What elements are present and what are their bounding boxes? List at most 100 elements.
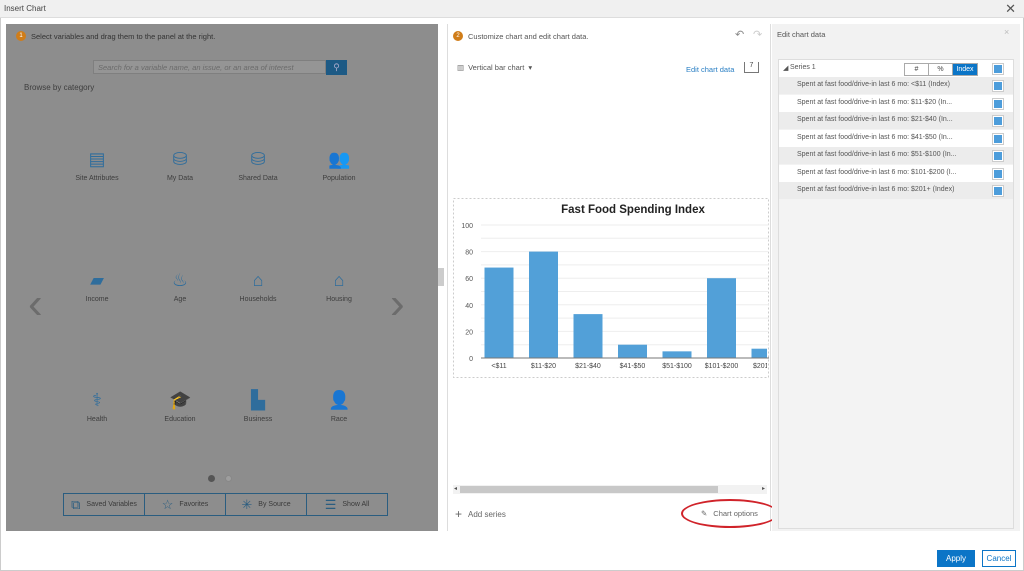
category-health[interactable]: ⚕ Health bbox=[57, 390, 137, 423]
scroll-right-icon[interactable]: ▸ bbox=[762, 485, 765, 492]
category-label: My Data bbox=[166, 175, 194, 182]
people-icon: 👥 bbox=[328, 149, 351, 169]
apply-button[interactable]: Apply bbox=[937, 550, 975, 567]
search-icon: ⚲ bbox=[333, 62, 340, 72]
category-label: Site Attributes bbox=[75, 175, 119, 182]
cancel-button[interactable]: Cancel bbox=[982, 550, 1016, 567]
category-label: Population bbox=[322, 175, 356, 182]
series-item[interactable]: Spent at fast food/drive-in last 6 mo: $… bbox=[779, 147, 1013, 164]
instruction-text: Customize chart and edit chart data. bbox=[468, 31, 589, 41]
bar-chart-icon: ▥ bbox=[457, 63, 465, 72]
wallet-icon: ▰ bbox=[90, 270, 104, 290]
panel-title: Edit chart data bbox=[777, 30, 826, 39]
title-bar: Insert Chart ✕ bbox=[0, 0, 1024, 18]
tab-show-all[interactable]: ☰ Show All bbox=[307, 494, 387, 515]
category-label: Race bbox=[330, 416, 348, 423]
series-item[interactable]: Spent at fast food/drive-in last 6 mo: $… bbox=[779, 112, 1013, 129]
x-tick-label: $41-$50 bbox=[620, 363, 646, 370]
tab-by-source[interactable]: ✳ By Source bbox=[226, 494, 307, 515]
previous-arrow[interactable]: ‹ bbox=[28, 279, 43, 329]
item-color-swatch[interactable] bbox=[992, 167, 1004, 180]
chevron-down-icon: ▾ bbox=[528, 63, 533, 72]
item-color-swatch[interactable] bbox=[992, 185, 1004, 197]
y-tick-label: 60 bbox=[465, 276, 473, 283]
bar bbox=[618, 344, 647, 358]
person-icon: 👤 bbox=[328, 390, 351, 410]
chart-type-label: Vertical bar chart bbox=[468, 63, 525, 72]
item-color-swatch[interactable] bbox=[992, 150, 1004, 162]
page-dot-2[interactable] bbox=[225, 475, 232, 482]
tab-saved-variables[interactable]: ⧉ Saved Variables bbox=[64, 494, 145, 515]
close-icon[interactable]: × bbox=[1004, 27, 1009, 37]
step-2-instruction: 2 Customize chart and edit chart data. bbox=[453, 31, 588, 41]
saved-variables-icon: ⧉ bbox=[71, 496, 81, 512]
series-item[interactable]: Spent at fast food/drive-in last 6 mo: $… bbox=[779, 129, 1013, 147]
bar bbox=[529, 251, 558, 358]
series-color-swatch[interactable] bbox=[992, 63, 1004, 75]
item-color-swatch[interactable] bbox=[992, 132, 1004, 145]
category-my-data[interactable]: ⛁ My Data bbox=[140, 149, 220, 182]
category-label: Business bbox=[243, 416, 273, 423]
series-item[interactable]: Spent at fast food/drive-in last 6 mo: $… bbox=[779, 164, 1013, 182]
birthday-cake-icon: ♨ bbox=[171, 270, 189, 290]
instruction-text: Select variables and drag them to the pa… bbox=[31, 31, 216, 41]
y-tick-label: 20 bbox=[465, 329, 473, 336]
x-tick-label: <$11 bbox=[491, 363, 506, 370]
mode-index[interactable]: Index bbox=[953, 64, 977, 75]
series-header: ◢ Series 1 # % Index bbox=[779, 60, 1013, 77]
y-tick-label: 80 bbox=[465, 250, 473, 257]
item-color-swatch[interactable] bbox=[992, 115, 1004, 127]
category-housing[interactable]: ⌂ Housing bbox=[299, 270, 379, 303]
undo-icon[interactable]: ↶ bbox=[735, 28, 744, 41]
series-item-label: Spent at fast food/drive-in last 6 mo: $… bbox=[797, 186, 955, 193]
category-race[interactable]: 👤 Race bbox=[299, 390, 379, 423]
add-series-button[interactable]: + Add series bbox=[455, 507, 506, 521]
mode-count[interactable]: # bbox=[905, 64, 929, 75]
tab-label: Show All bbox=[342, 501, 370, 508]
panel-splitter[interactable] bbox=[438, 268, 444, 286]
step-1-instruction: 1 Select variables and drag them to the … bbox=[16, 31, 215, 41]
house-family-icon: ⌂ bbox=[252, 270, 264, 290]
list-icon: ☰ bbox=[324, 496, 337, 512]
category-households[interactable]: ⌂ Households bbox=[218, 270, 298, 303]
scroll-left-icon[interactable]: ◂ bbox=[454, 485, 457, 492]
category-income[interactable]: ▰ Income bbox=[57, 270, 137, 303]
category-population[interactable]: 👥 Population bbox=[299, 149, 379, 182]
step-badge: 2 bbox=[453, 31, 463, 41]
next-arrow[interactable]: › bbox=[390, 279, 405, 329]
database-user-icon: ⛁ bbox=[172, 149, 188, 169]
scrollbar-thumb[interactable] bbox=[460, 486, 718, 493]
tab-label: Saved Variables bbox=[86, 501, 137, 508]
edit-chart-data-link[interactable]: Edit chart data bbox=[686, 65, 734, 74]
y-tick-label: 100 bbox=[461, 223, 473, 230]
series-item[interactable]: Spent at fast food/drive-in last 6 mo: <… bbox=[779, 77, 1013, 94]
category-age[interactable]: ♨ Age bbox=[140, 270, 220, 303]
category-education[interactable]: 🎓 Education bbox=[140, 390, 220, 423]
horizontal-scrollbar[interactable]: ◂ ▸ bbox=[453, 485, 767, 494]
mode-percent[interactable]: % bbox=[929, 64, 953, 75]
chart-customize-panel: 2 Customize chart and edit chart data. ↶… bbox=[447, 24, 779, 531]
item-color-swatch[interactable] bbox=[992, 97, 1004, 110]
tab-favorites[interactable]: ☆ Favorites bbox=[145, 494, 226, 515]
category-label: Shared Data bbox=[238, 175, 278, 182]
item-color-swatch[interactable] bbox=[992, 80, 1004, 92]
x-tick-label: $51-$100 bbox=[662, 363, 692, 370]
series-item[interactable]: Spent at fast food/drive-in last 6 mo: $… bbox=[779, 182, 1013, 199]
tab-label: By Source bbox=[258, 501, 291, 508]
x-tick-label: $21-$40 bbox=[575, 363, 601, 370]
category-business[interactable]: ▙ Business bbox=[218, 390, 298, 423]
expand-triangle-icon[interactable]: ◢ bbox=[783, 64, 788, 72]
shared-database-icon: ⛁ bbox=[250, 149, 266, 169]
search-input[interactable]: Search for a variable name, an issue, or… bbox=[93, 60, 326, 74]
page-dot-1[interactable] bbox=[208, 475, 215, 482]
redo-icon[interactable]: ↷ bbox=[753, 28, 762, 41]
category-site-attributes[interactable]: ▤ Site Attributes bbox=[57, 149, 137, 182]
category-shared-data[interactable]: ⛁ Shared Data bbox=[218, 149, 298, 182]
search-button[interactable]: ⚲ bbox=[326, 60, 347, 75]
close-icon[interactable]: ✕ bbox=[1005, 1, 1016, 17]
plus-icon: + bbox=[455, 507, 463, 521]
bar-chart: Fast Food Spending Index 0 20 40 60 80 100 <$11… bbox=[453, 198, 769, 378]
chart-type-dropdown[interactable]: ▥ Vertical bar chart ▾ bbox=[457, 63, 532, 72]
series-item[interactable]: Spent at fast food/drive-in last 6 mo: $… bbox=[779, 94, 1013, 112]
x-tick-label: $11-$20 bbox=[531, 363, 556, 370]
